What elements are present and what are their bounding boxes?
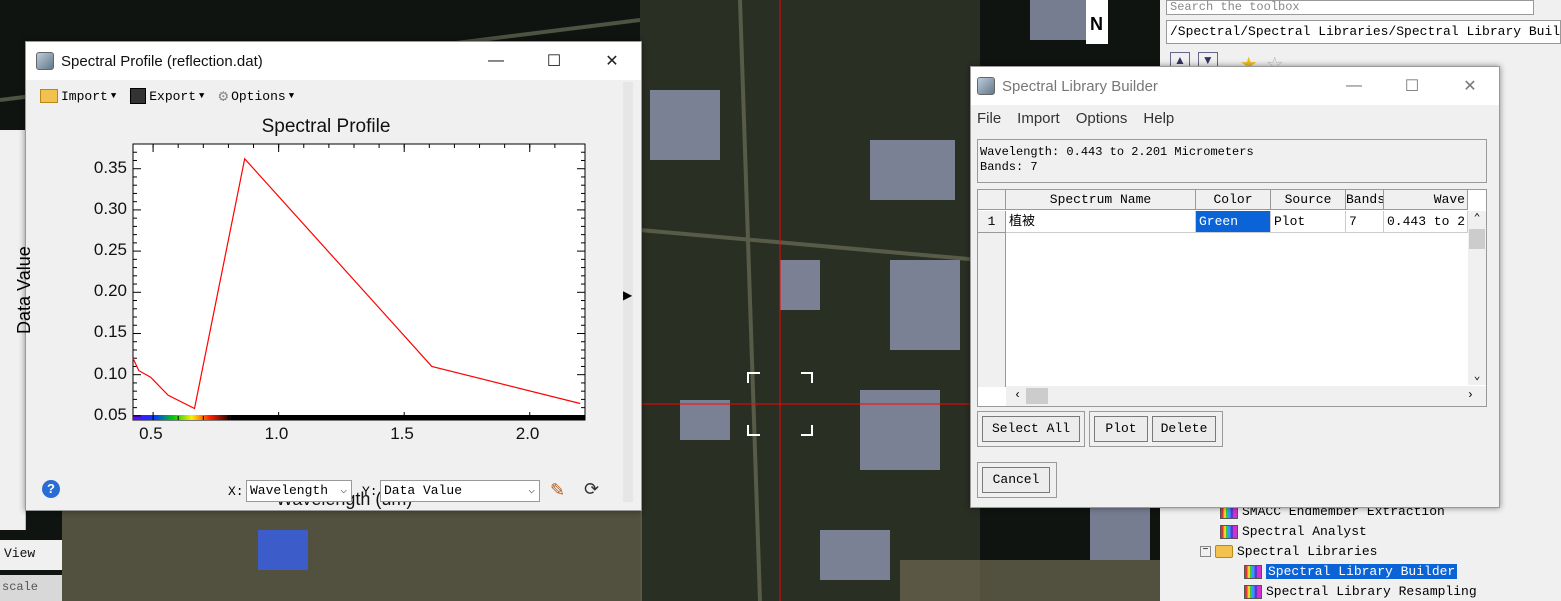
minimize-icon[interactable]: — [1325,67,1383,105]
cell-spectrum-name[interactable]: 植被 [1006,211,1196,233]
select-button-group: Select All [977,411,1085,447]
wavelength-info-box: Wavelength: 0.443 to 2.201 Micrometers B… [977,139,1487,183]
tree-label-selected: Spectral Library Builder [1266,564,1458,579]
export-menu-button[interactable]: Export ▼ [130,88,204,104]
spectral-chart[interactable] [26,114,626,474]
cell-bands[interactable]: 7 [1346,211,1384,233]
tree-item-spectral-library-resampling[interactable]: Spectral Library Resampling [1244,584,1477,599]
tree-label: Spectral Library Resampling [1266,584,1477,599]
spectral-library-builder-window: Spectral Library Builder — ☐ ✕ File Impo… [970,66,1500,508]
chevron-down-icon: ⌵ [340,485,347,497]
menu-import[interactable]: Import [1017,110,1060,127]
column-header-source[interactable]: Source [1271,190,1346,210]
column-header-bands[interactable]: Bands [1346,190,1384,210]
options-label: Options [231,88,286,104]
cell-wave[interactable]: 0.443 to 2. [1384,211,1468,233]
caret-down-icon: ▼ [199,91,205,101]
row-number[interactable]: 1 [978,211,1006,233]
tree-item-spectral-library-builder[interactable]: Spectral Library Builder [1244,564,1458,579]
select-all-button[interactable]: Select All [982,416,1080,442]
tree-label: Spectral Analyst [1242,524,1367,539]
spectral-profile-titlebar[interactable]: Spectral Profile (reflection.dat) — ☐ ✕ [26,42,641,80]
maximize-icon[interactable]: ☐ [1383,67,1441,105]
caret-down-icon: ▼ [288,91,295,101]
refresh-icon[interactable]: ⟳ [584,479,599,500]
gear-icon: ⚙ [218,88,229,106]
folder-icon [40,89,58,103]
tree-label: Spectral Libraries [1237,544,1378,559]
chevron-down-icon: ⌵ [528,485,535,497]
cell-color[interactable]: Green [1196,211,1271,233]
window-title: Spectral Profile (reflection.dat) [61,52,263,70]
menu-help[interactable]: Help [1143,110,1174,127]
scroll-thumb[interactable] [1469,229,1485,249]
tool-icon [1220,524,1238,539]
minimize-icon[interactable]: — [467,42,525,80]
tool-icon [1244,564,1262,579]
pencil-icon[interactable]: ✎ [550,480,565,501]
tree-item-spectral-libraries[interactable]: − Spectral Libraries [1200,544,1377,559]
x-select-value: Wavelength [250,483,329,498]
profile-bottom-bar: ? X: Wavelength ⌵ Y: Data Value ⌵ ✎ ⟳ [26,472,626,510]
plot-button[interactable]: Plot [1094,416,1148,442]
table-vertical-scrollbar[interactable]: ⌃ ⌄ [1468,211,1486,385]
expand-right-icon[interactable]: ▶ [623,288,632,302]
column-header-color[interactable]: Color [1196,190,1271,210]
profile-toolbar: Import ▼ Export ▼ ⚙ Options ▼ [26,80,641,112]
tree-item-spectral-analyst[interactable]: Spectral Analyst [1220,524,1367,539]
wavelength-info: Wavelength: 0.443 to 2.201 Micrometers [980,145,1254,159]
export-label: Export [149,88,197,104]
tool-icon [1244,584,1262,599]
library-builder-titlebar[interactable]: Spectral Library Builder — ☐ ✕ [971,67,1499,105]
options-menu-button[interactable]: ⚙ Options ▼ [218,86,294,106]
column-header-name[interactable]: Spectrum Name [1006,190,1196,210]
close-icon[interactable]: ✕ [1441,67,1499,105]
row-header-column [978,233,1006,387]
window-title: Spectral Library Builder [1002,77,1158,95]
scroll-up-icon[interactable]: ⌃ [1468,211,1486,225]
spectral-profile-window: Spectral Profile (reflection.dat) — ☐ ✕ … [14,41,642,511]
maximize-icon[interactable]: ☐ [525,42,583,80]
collapse-icon[interactable]: − [1200,546,1211,557]
x-axis-select[interactable]: Wavelength ⌵ [246,480,352,502]
left-view-label[interactable]: View [0,540,62,570]
import-menu-button[interactable]: Import ▼ [40,89,116,104]
scroll-down-icon[interactable]: ⌄ [1468,369,1486,383]
y-select-label: Y: [362,484,378,499]
scroll-right-icon[interactable]: › [1467,388,1474,402]
y-select-value: Data Value [384,483,463,498]
app-icon [36,52,54,70]
toolbox-path-field[interactable]: /Spectral/Spectral Libraries/Spectral Li… [1166,20,1561,44]
north-arrow-label: N [1090,14,1103,34]
cancel-button[interactable]: Cancel [982,467,1050,493]
wavelength-color-bar [133,415,585,420]
menu-file[interactable]: File [977,110,1001,127]
table-corner [978,190,1006,210]
left-scale-label[interactable]: scale [0,575,62,601]
column-header-wave[interactable]: Wave [1384,190,1468,210]
scroll-hthumb[interactable] [1026,388,1048,404]
menu-bar: File Import Options Help [971,105,1499,131]
save-icon [130,88,147,104]
import-label: Import [61,88,108,104]
close-icon[interactable]: ✕ [583,42,641,80]
plot-area[interactable]: Spectral Profile Data Value 0.05 0.10 0.15… [14,114,626,509]
table-horizontal-scrollbar[interactable]: ‹ › [1006,386,1486,406]
app-icon [977,77,995,95]
delete-button[interactable]: Delete [1152,416,1216,442]
menu-options[interactable]: Options [1076,110,1128,127]
cancel-button-group: Cancel [977,462,1057,498]
folder-icon [1215,545,1233,558]
toolbox-search-input[interactable]: Search the toolbox [1166,0,1534,15]
x-select-label: X: [228,484,244,499]
scroll-left-icon[interactable]: ‹ [1014,388,1021,402]
cell-source[interactable]: Plot [1271,211,1346,233]
help-icon[interactable]: ? [42,480,60,498]
caret-down-icon: ▼ [110,91,117,101]
plot-delete-button-group: Plot Delete [1089,411,1223,447]
spectrum-table[interactable]: Spectrum Name Color Source Bands Wave 1 … [977,189,1487,407]
bands-info: Bands: 7 [980,160,1038,174]
y-axis-select[interactable]: Data Value ⌵ [380,480,540,502]
